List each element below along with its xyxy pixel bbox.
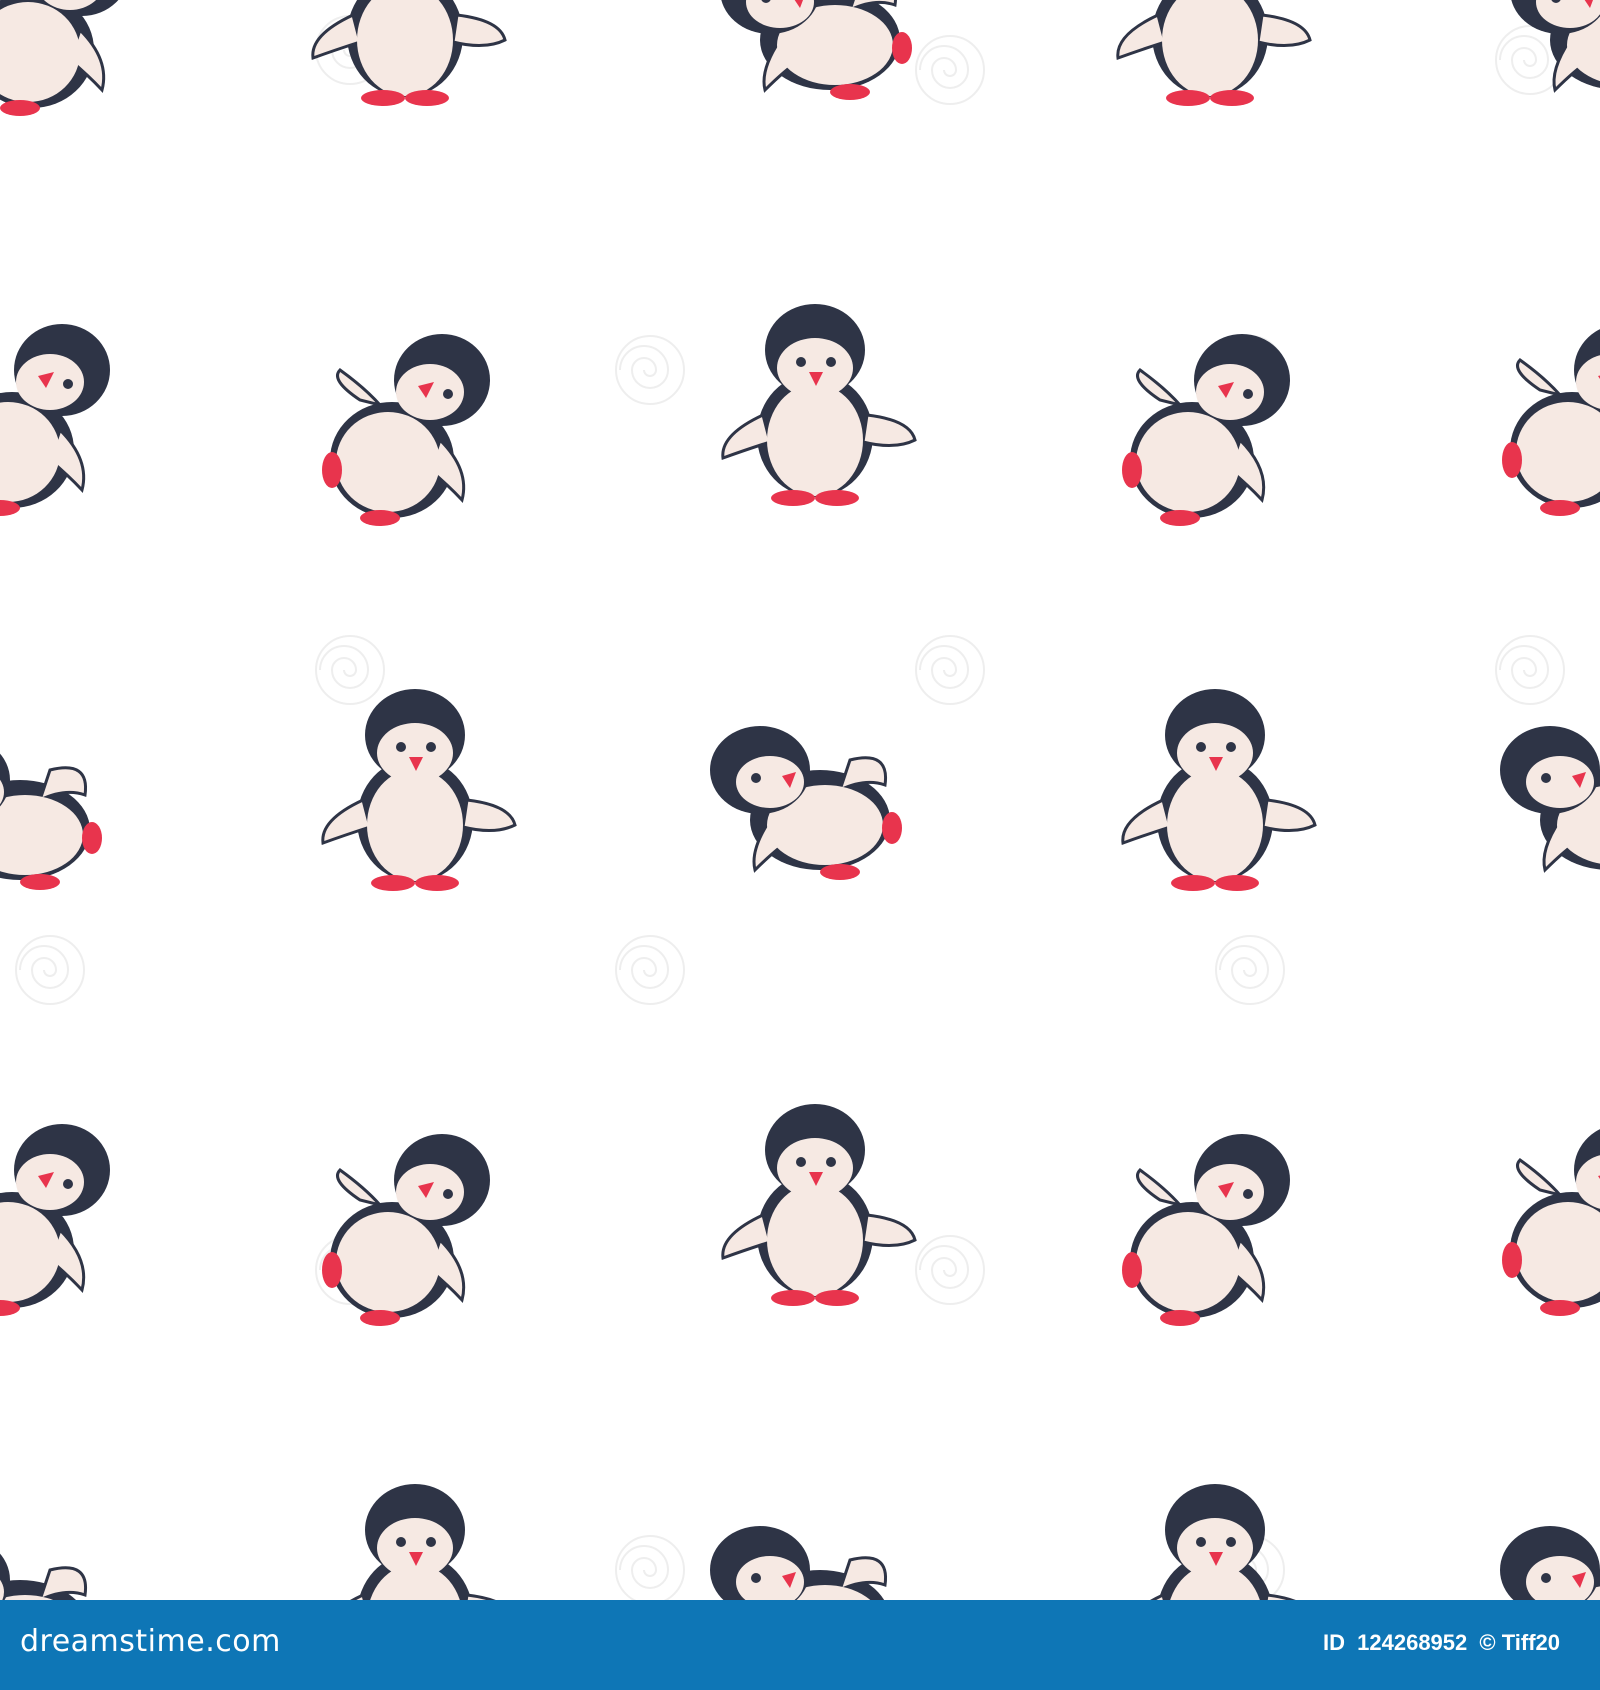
penguin-figure bbox=[320, 332, 492, 528]
penguin-figure bbox=[721, 1102, 917, 1308]
penguin-figure bbox=[1508, 0, 1600, 102]
penguin-figure bbox=[0, 1534, 104, 1600]
penguin-figure bbox=[1498, 724, 1600, 882]
penguin-pattern bbox=[0, 0, 1600, 1600]
penguin-figure bbox=[320, 1132, 492, 1328]
penguin-figure bbox=[1120, 1132, 1292, 1328]
id-label: ID bbox=[1323, 1630, 1346, 1655]
penguin-figure bbox=[1121, 1482, 1317, 1600]
penguin-figure bbox=[0, 1122, 112, 1318]
stock-footer-bar: dreamstime.com ID 124268952 © Tiff20 bbox=[0, 1600, 1600, 1690]
penguin-figure bbox=[708, 1524, 904, 1600]
penguin-figure bbox=[321, 687, 517, 893]
image-id: 124268952 bbox=[1357, 1630, 1468, 1655]
penguin-figure bbox=[1121, 687, 1317, 893]
brand-logo-text[interactable]: dreamstime.com bbox=[20, 1624, 281, 1659]
penguin-pattern-canvas bbox=[0, 0, 1600, 1600]
image-credit: ID 124268952 © Tiff20 bbox=[1317, 1630, 1560, 1656]
stock-image: dreamstime.com ID 124268952 © Tiff20 bbox=[0, 0, 1600, 1690]
penguin-figure bbox=[708, 724, 904, 882]
penguin-figure bbox=[1116, 0, 1312, 108]
penguin-figure bbox=[718, 0, 914, 102]
penguin-figure bbox=[0, 0, 132, 118]
penguin-figure bbox=[321, 1482, 517, 1600]
penguin-figure bbox=[311, 0, 507, 108]
penguin-figure bbox=[1500, 1122, 1600, 1318]
penguin-figure bbox=[1120, 332, 1292, 528]
penguin-figure bbox=[0, 322, 112, 518]
penguin-figure bbox=[0, 734, 104, 892]
author-credit[interactable]: © Tiff20 bbox=[1479, 1630, 1560, 1655]
penguin-figure bbox=[1500, 322, 1600, 518]
penguin-figure bbox=[721, 302, 917, 508]
penguin-figure bbox=[1498, 1524, 1600, 1600]
